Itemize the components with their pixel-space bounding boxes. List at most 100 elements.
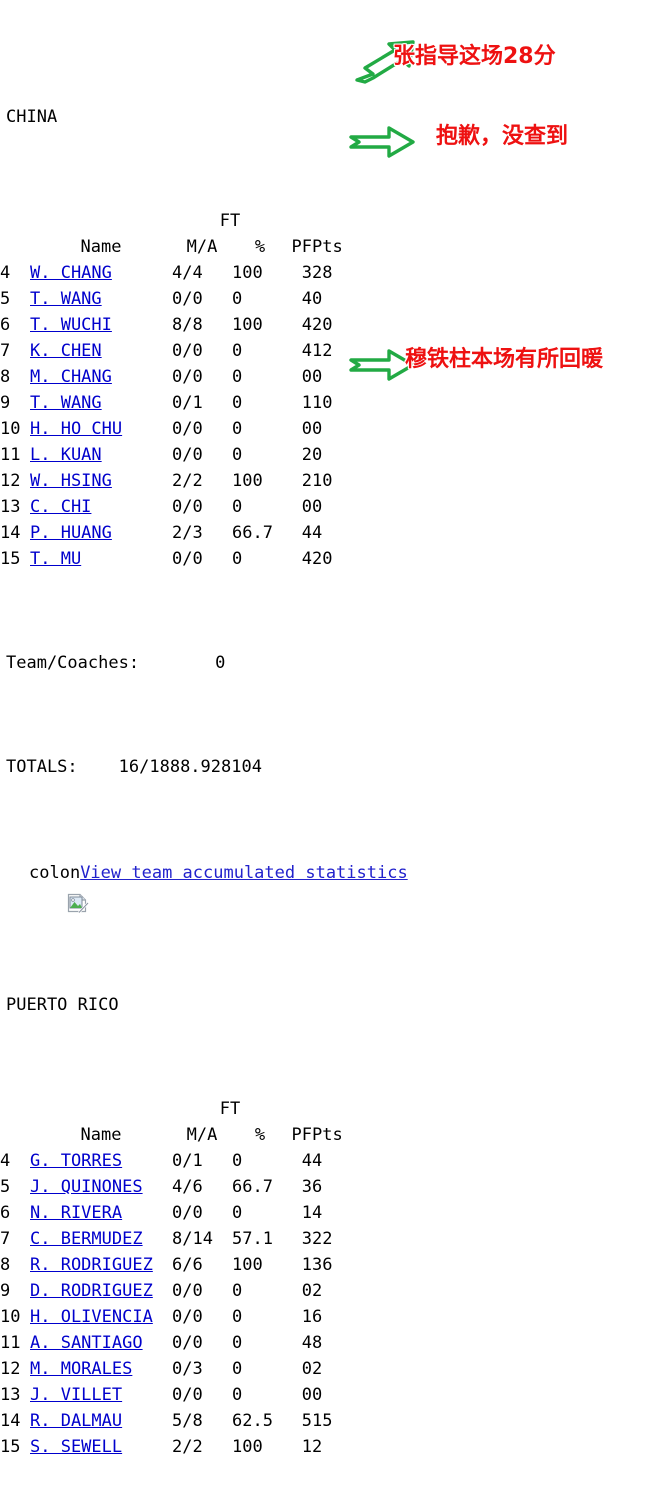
player-pts: 2 [312, 1359, 323, 1379]
player-link[interactable]: K. CHEN [30, 341, 102, 361]
player-pf: 2 [301, 445, 312, 465]
table-header-row: Name M/A % PF Pts [0, 1122, 352, 1148]
player-link[interactable]: M. MORALES [30, 1359, 132, 1379]
table-row: 13 J. VILLET 0/0 0 0 0 [0, 1382, 352, 1408]
player-link[interactable]: J. QUINONES [30, 1177, 143, 1197]
player-ma: 0/0 [172, 1307, 203, 1327]
player-link[interactable]: M. CHANG [30, 367, 112, 387]
player-link[interactable]: N. RIVERA [30, 1203, 122, 1223]
player-ma: 0/0 [172, 1281, 203, 1301]
player-link[interactable]: L. KUAN [30, 445, 102, 465]
player-ma: 2/3 [172, 523, 203, 543]
player-pts: 0 [312, 289, 323, 309]
header-spacer-pts [312, 208, 352, 234]
player-link[interactable]: H. HO CHU [30, 419, 122, 439]
player-link[interactable]: T. WANG [30, 393, 102, 413]
player-name-cell: N. RIVERA [30, 1200, 172, 1226]
player-pf: 4 [301, 1333, 312, 1353]
player-ma: 4/6 [172, 1177, 203, 1197]
player-pct: 0 [232, 1203, 243, 1223]
player-link[interactable]: G. TORRES [30, 1151, 122, 1171]
player-pf: 0 [301, 1281, 312, 1301]
box-score-page: CHINA FT Name M/A % PF Pts 4 W. CHANG 4/… [0, 0, 655, 1512]
player-link[interactable]: P. HUANG [30, 523, 112, 543]
player-link[interactable]: D. RODRIGUEZ [30, 1281, 153, 1301]
player-ma: 6/6 [172, 1255, 203, 1275]
player-link[interactable]: A. SANTIAGO [30, 1333, 143, 1353]
player-ma: 8/14 [172, 1229, 213, 1249]
player-link[interactable]: T. WUCHI [30, 315, 112, 335]
player-name-cell: G. TORRES [30, 1148, 172, 1174]
player-number: 14 [0, 523, 21, 543]
player-pf: 1 [301, 1307, 312, 1327]
player-pts: 36 [312, 1255, 333, 1275]
player-ma: 0/0 [172, 1203, 203, 1223]
player-name-cell: J. QUINONES [30, 1174, 172, 1200]
player-ma: 0/0 [172, 1333, 203, 1353]
player-link[interactable]: C. CHI [30, 497, 91, 517]
player-pct: 100 [232, 315, 263, 335]
player-number: 14 [0, 1411, 21, 1431]
player-pts: 2 [312, 1281, 323, 1301]
player-link[interactable]: W. HSING [30, 471, 112, 491]
player-pts: 15 [312, 1411, 333, 1431]
player-pf: 0 [301, 367, 312, 387]
table-row: 5 T. WANG 0/0 0 4 0 [0, 286, 352, 312]
player-pf: 4 [301, 1151, 312, 1171]
stat-line-prefix: colon [29, 863, 81, 883]
player-ma: 5/8 [172, 1411, 203, 1431]
team-coaches-row: Team/Coaches: 0 [0, 650, 655, 676]
player-number: 11 [0, 1333, 21, 1353]
player-link[interactable]: H. OLIVENCIA [30, 1307, 153, 1327]
player-ma: 0/3 [172, 1359, 203, 1379]
player-pf: 5 [301, 1411, 312, 1431]
table-row: 4 W. CHANG 4/4 100 3 28 [0, 260, 352, 286]
totals-row: TOTALS: 16/1888.928104 [0, 754, 655, 780]
player-name-cell: R. RODRIGUEZ [30, 1252, 172, 1278]
player-name-cell: C. CHI [30, 494, 172, 520]
player-name-cell: M. MORALES [30, 1356, 172, 1382]
player-number: 15 [0, 1437, 21, 1457]
player-number: 15 [0, 549, 21, 569]
player-pct: 57.1 [232, 1229, 273, 1249]
player-pts: 0 [312, 445, 323, 465]
player-pf: 4 [301, 289, 312, 309]
table-row: 8 R. RODRIGUEZ 6/6 100 1 36 [0, 1252, 352, 1278]
player-pf: 3 [301, 263, 312, 283]
table-row: 12 M. MORALES 0/3 0 0 2 [0, 1356, 352, 1382]
table-row: 14 P. HUANG 2/3 66.7 4 4 [0, 520, 352, 546]
player-name-cell: H. OLIVENCIA [30, 1304, 172, 1330]
player-pts: 8 [312, 1333, 323, 1353]
player-link[interactable]: C. BERMUDEZ [30, 1229, 143, 1249]
player-link[interactable]: T. WANG [30, 289, 102, 309]
player-pct: 0 [232, 497, 243, 517]
table-row: 5 J. QUINONES 4/6 66.7 3 6 [0, 1174, 352, 1200]
player-pts: 0 [312, 419, 323, 439]
player-number: 10 [0, 419, 21, 439]
header-spacer-name [30, 1096, 172, 1122]
player-link[interactable]: S. SEWELL [30, 1437, 122, 1457]
team-coaches-value: 0 [215, 653, 226, 673]
header-spacer-num [0, 1096, 30, 1122]
player-link[interactable]: J. VILLET [30, 1385, 122, 1405]
player-pts: 10 [312, 393, 333, 413]
table-row: 10 H. OLIVENCIA 0/0 0 1 6 [0, 1304, 352, 1330]
player-pct: 66.7 [232, 523, 273, 543]
table-row: 4 G. TORRES 0/1 0 4 4 [0, 1148, 352, 1174]
table-header-group-row: FT [0, 1096, 352, 1122]
player-name-cell: H. HO CHU [30, 416, 172, 442]
table-row: 14 R. DALMAU 5/8 62.5 5 15 [0, 1408, 352, 1434]
player-name-cell: T. WUCHI [30, 312, 172, 338]
player-link[interactable]: R. RODRIGUEZ [30, 1255, 153, 1275]
player-link[interactable]: R. DALMAU [30, 1411, 122, 1431]
view-team-accumulated-statistics-link[interactable]: View team accumulated statistics [80, 858, 408, 888]
player-link[interactable]: T. MU [30, 549, 81, 569]
player-ma: 0/0 [172, 445, 203, 465]
player-pf: 2 [301, 471, 312, 491]
player-pct: 0 [232, 393, 243, 413]
table-header-group-row: FT [0, 208, 352, 234]
player-pf: 0 [301, 419, 312, 439]
player-link[interactable]: W. CHANG [30, 263, 112, 283]
team-title-puerto-rico: PUERTO RICO [6, 995, 119, 1015]
team-title-china: CHINA [6, 107, 58, 127]
